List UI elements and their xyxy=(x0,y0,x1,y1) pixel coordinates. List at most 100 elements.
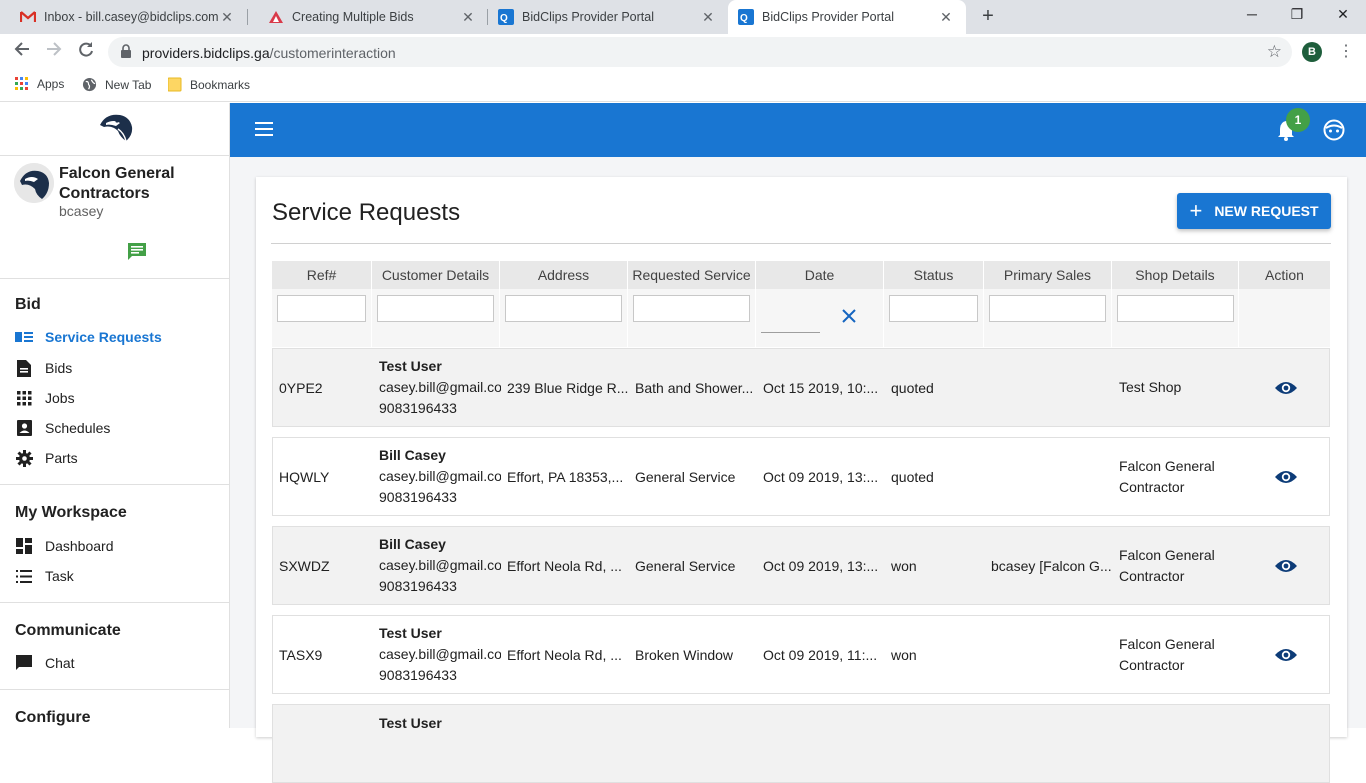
shop-filter-input[interactable] xyxy=(1117,295,1234,322)
sidebar-item-schedules[interactable]: Schedules xyxy=(15,416,225,440)
browser-toolbar: providers.bidclips.ga/customerinteractio… xyxy=(0,34,1366,70)
page-title: Service Requests xyxy=(272,199,461,226)
sales-filter-input[interactable] xyxy=(989,295,1106,322)
view-eye-icon[interactable] xyxy=(1240,349,1331,426)
table-row[interactable]: TASX9 Test User casey.bill@gmail.com 908… xyxy=(272,615,1330,694)
address-filter-input[interactable] xyxy=(505,295,622,322)
column-header-customer[interactable]: Customer Details xyxy=(372,261,500,289)
view-eye-icon[interactable] xyxy=(1240,438,1331,515)
browser-tab-portal-active[interactable]: Q BidClips Provider Portal ✕ xyxy=(728,0,966,34)
sales-cell xyxy=(985,349,1113,426)
browser-tab-bids[interactable]: Creating Multiple Bids ✕ xyxy=(248,0,488,34)
lock-icon xyxy=(120,44,132,63)
table-row[interactable]: 0YPE2 Test User casey.bill@gmail.com 908… xyxy=(272,348,1330,427)
sidebar-item-task[interactable]: Task xyxy=(15,564,225,588)
sidebar-item-label: Task xyxy=(45,568,74,584)
customer-cell: Test User casey.bill@gmail.com 908319643… xyxy=(373,616,501,693)
tab-title: Creating Multiple Bids xyxy=(292,10,414,24)
bookmark-star-icon[interactable]: ☆ xyxy=(1267,42,1282,62)
status-cell: won xyxy=(891,646,917,663)
notification-badge: 1 xyxy=(1286,108,1310,132)
column-header-status[interactable]: Status xyxy=(884,261,984,289)
svg-text:Q: Q xyxy=(740,13,748,24)
address-cell: Effort, PA 18353,... xyxy=(501,438,629,515)
column-header-shop[interactable]: Shop Details xyxy=(1112,261,1239,289)
ref-filter-input[interactable] xyxy=(277,295,366,322)
column-header-address[interactable]: Address xyxy=(500,261,628,289)
clear-date-icon[interactable] xyxy=(842,309,856,328)
hamburger-menu-icon[interactable] xyxy=(255,122,273,141)
date-cell: Oct 09 2019, 11:... xyxy=(757,616,885,693)
chat-icon xyxy=(15,654,33,672)
address-text: 239 Blue Ridge R... xyxy=(507,379,629,396)
customer-phone: 9083196433 xyxy=(379,400,457,416)
window-close-icon[interactable]: ✕ xyxy=(1333,6,1353,23)
close-icon[interactable]: ✕ xyxy=(460,9,476,26)
column-header-date[interactable]: Date xyxy=(756,261,884,289)
view-eye-icon[interactable] xyxy=(1240,527,1331,604)
contact-icon xyxy=(15,419,33,437)
bookmark-label: Apps xyxy=(37,77,65,91)
bookmark-new-tab[interactable]: New Tab xyxy=(82,77,151,92)
table-row[interactable]: HQWLY Bill Casey casey.bill@gmail.com 90… xyxy=(272,437,1330,516)
customer-cell: Bill Casey casey.bill@gmail.com 90831964… xyxy=(373,438,501,515)
falcon-logo-icon[interactable] xyxy=(96,111,136,150)
url-path: /customerinteraction xyxy=(269,45,396,61)
bookmarks-bar: Apps New Tab Bookmarks xyxy=(0,70,1366,102)
sidebar-item-parts[interactable]: Parts xyxy=(15,446,225,470)
table-row[interactable]: Test User xyxy=(272,704,1330,783)
reload-icon[interactable] xyxy=(74,40,98,64)
sidebar-item-bids[interactable]: Bids xyxy=(15,356,225,380)
sidebar: Falcon General Contractors bcasey Bid Se… xyxy=(0,103,230,728)
close-icon[interactable]: ✕ xyxy=(700,9,716,26)
profile-avatar[interactable]: B xyxy=(1302,42,1322,62)
close-icon[interactable]: ✕ xyxy=(938,9,954,26)
forward-icon[interactable] xyxy=(42,40,66,64)
message-icon[interactable] xyxy=(127,242,147,266)
column-header-ref[interactable]: Ref# xyxy=(272,261,372,289)
address-text: Effort Neola Rd, ... xyxy=(507,646,622,663)
shop-cell: Falcon General Contractor xyxy=(1119,546,1215,584)
sidebar-item-service-requests[interactable]: Service Requests xyxy=(15,325,225,349)
customer-name: Bill Casey xyxy=(379,447,446,463)
sidebar-item-chat[interactable]: Chat xyxy=(15,651,225,675)
new-tab-button[interactable]: + xyxy=(977,5,999,27)
status-filter-input[interactable] xyxy=(889,295,978,322)
divider xyxy=(271,243,1331,244)
folder-icon xyxy=(168,77,182,92)
service-filter-input[interactable] xyxy=(633,295,750,322)
ref-cell: 0YPE2 xyxy=(279,379,323,396)
globe-icon xyxy=(82,77,97,92)
view-eye-icon[interactable] xyxy=(1240,616,1331,693)
new-request-button[interactable]: + NEW REQUEST xyxy=(1177,193,1331,229)
shop-cell: Falcon General Contractor xyxy=(1119,635,1215,673)
table-row[interactable]: SXWDZ Bill Casey casey.bill@gmail.com 90… xyxy=(272,526,1330,605)
column-header-service[interactable]: Requested Service xyxy=(628,261,756,289)
browser-tab-gmail[interactable]: Inbox - bill.casey@bidclips.com - ✕ xyxy=(0,0,247,34)
service-cell: General Service xyxy=(629,527,757,604)
customer-filter-input[interactable] xyxy=(377,295,494,322)
divider xyxy=(0,602,229,603)
company-name: Falcon General Contractors xyxy=(59,165,175,202)
column-header-primary-sales[interactable]: Primary Sales xyxy=(984,261,1112,289)
bidclips-icon: Q xyxy=(738,9,754,25)
tab-title: BidClips Provider Portal xyxy=(522,10,654,24)
bookmark-apps[interactable]: Apps xyxy=(15,77,64,91)
browser-tab-portal[interactable]: Q BidClips Provider Portal ✕ xyxy=(488,0,728,34)
restore-icon[interactable]: ❐ xyxy=(1287,6,1307,23)
date-filter-input[interactable] xyxy=(761,297,820,333)
browser-menu-icon[interactable]: ⋮ xyxy=(1338,41,1354,63)
service-text: Broken Window xyxy=(635,646,734,663)
sidebar-item-dashboard[interactable]: Dashboard xyxy=(15,534,225,558)
minimize-icon[interactable]: ─ xyxy=(1242,6,1262,22)
close-icon[interactable]: ✕ xyxy=(219,9,235,26)
sidebar-item-jobs[interactable]: Jobs xyxy=(15,386,225,410)
app-header: 1 xyxy=(230,103,1366,157)
sidebar-item-label: Service Requests xyxy=(45,329,162,345)
bookmark-folder[interactable]: Bookmarks xyxy=(168,77,250,92)
date-text: Oct 09 2019, 13:... xyxy=(763,557,879,574)
back-icon[interactable] xyxy=(10,40,34,64)
document-icon xyxy=(15,359,33,377)
address-bar[interactable]: providers.bidclips.ga/customerinteractio… xyxy=(108,37,1292,67)
user-account-icon[interactable] xyxy=(1323,119,1345,146)
